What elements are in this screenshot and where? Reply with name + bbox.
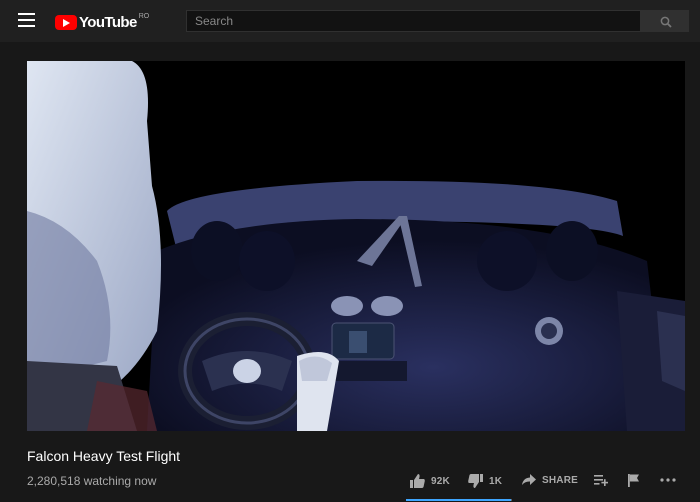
- menu-icon[interactable]: [18, 13, 35, 27]
- report-button[interactable]: [628, 474, 639, 487]
- masthead: YouTube RO Search: [0, 0, 700, 42]
- youtube-logo-icon: [55, 14, 77, 30]
- video-frame: [27, 61, 685, 431]
- thumbs-up-icon: [410, 474, 425, 488]
- sentiment-bar: [406, 499, 512, 501]
- share-button[interactable]: SHARE: [522, 474, 578, 486]
- more-actions-button[interactable]: [660, 474, 676, 486]
- logo-text: YouTube: [79, 13, 137, 31]
- like-button[interactable]: 92K: [410, 474, 450, 488]
- add-to-playlist-icon: [594, 475, 608, 486]
- like-count: 92K: [431, 475, 450, 487]
- sentiment-bar-fill: [406, 499, 511, 501]
- youtube-logo[interactable]: YouTube RO: [55, 12, 149, 32]
- dislike-button[interactable]: 1K: [468, 474, 502, 488]
- country-code: RO: [138, 12, 150, 20]
- search-icon: [660, 16, 672, 28]
- video-title: Falcon Heavy Test Flight: [27, 448, 181, 464]
- more-icon: [660, 478, 676, 482]
- view-count: 2,280,518 watching now: [27, 474, 157, 488]
- dislike-count: 1K: [489, 475, 503, 487]
- thumbs-down-icon: [468, 474, 483, 488]
- search-button[interactable]: [641, 10, 689, 32]
- share-icon: [522, 474, 536, 485]
- share-label: SHARE: [542, 474, 579, 486]
- flag-icon: [628, 474, 639, 487]
- save-button[interactable]: [594, 474, 608, 486]
- video-player[interactable]: [27, 61, 685, 431]
- search-input[interactable]: Search: [186, 10, 641, 32]
